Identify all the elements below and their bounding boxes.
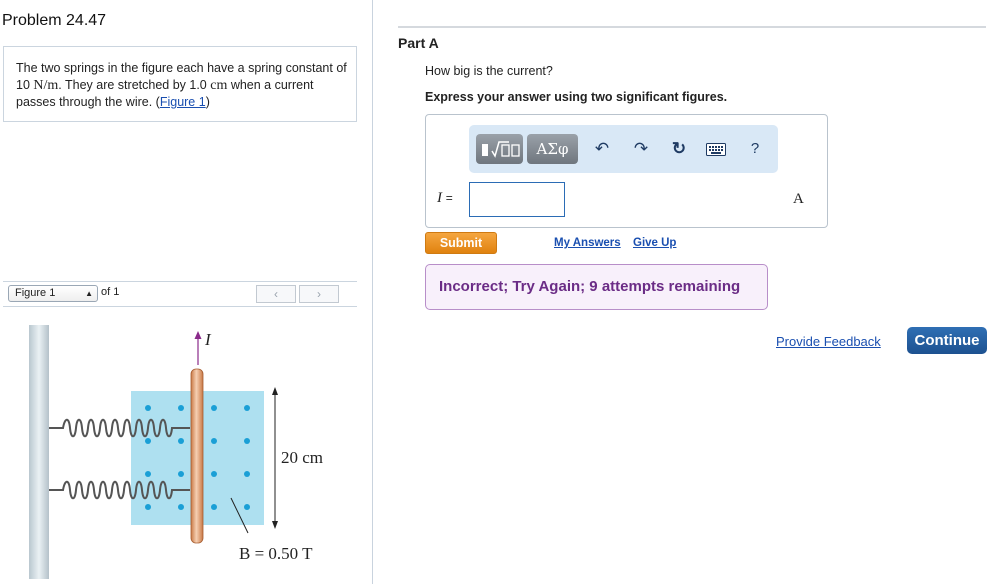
part-label: Part A [398,35,439,51]
my-answers-link[interactable]: My Answers [554,237,621,249]
greek-symbols-button[interactable]: ΑΣφ [527,134,578,164]
templates-button[interactable] [476,134,523,164]
submit-button[interactable]: Submit [425,232,497,254]
wall [29,325,49,579]
reset-icon[interactable]: ↻ [668,136,690,162]
feedback-message: Incorrect; Try Again; 9 attempts remaini… [439,278,741,295]
figure-select[interactable]: Figure 1 ▲ [8,285,98,302]
wire [190,368,204,544]
current-arrowhead [194,331,202,339]
instruction-text: Express your answer using two significan… [425,90,728,104]
answer-input[interactable] [469,182,565,217]
length-label: 20 cm [281,448,323,467]
figure-link[interactable]: Figure 1 [160,95,206,109]
undo-icon[interactable]: ↶ [591,136,613,162]
next-figure-button[interactable]: › [299,285,339,303]
panel-divider [372,0,373,584]
chevron-right-icon: › [317,287,321,301]
templates-icon [482,141,520,158]
previous-figure-button[interactable]: ‹ [256,285,296,303]
question-text: How big is the current? [425,64,553,78]
select-arrows-icon: ▲ [85,289,93,298]
answer-unit: A [793,191,804,207]
problem-statement-box: The two springs in the figure each have … [3,46,357,122]
chevron-left-icon: ‹ [274,287,278,301]
length-arrow-top [272,387,278,395]
keyboard-icon[interactable] [706,143,726,161]
figure-navigation-bar: Figure 1 ▲ of 1 ‹ › [3,281,357,307]
give-up-link[interactable]: Give Up [633,237,676,249]
continue-button[interactable]: Continue [907,327,987,354]
figure-count: of 1 [101,286,120,298]
help-button[interactable]: ? [744,136,766,162]
current-label: I [204,330,212,349]
redo-icon[interactable]: ↷ [630,136,652,162]
part-divider [398,26,986,28]
problem-title: Problem 24.47 [2,12,107,29]
answer-variable: I = [437,190,453,206]
provide-feedback-link[interactable]: Provide Feedback [776,334,881,349]
problem-panel: Problem 24.47 The two springs in the fig… [0,0,372,584]
stretch-unit: cm [210,77,228,93]
problem-statement: The two springs in the figure each have … [16,61,347,109]
length-arrow-bottom [272,521,278,529]
spring-wire-figure: I 20 cm B = 0.50 T [29,325,323,579]
spring-constant-unit: N/m [33,77,59,93]
field-label: B = 0.50 T [239,544,313,563]
